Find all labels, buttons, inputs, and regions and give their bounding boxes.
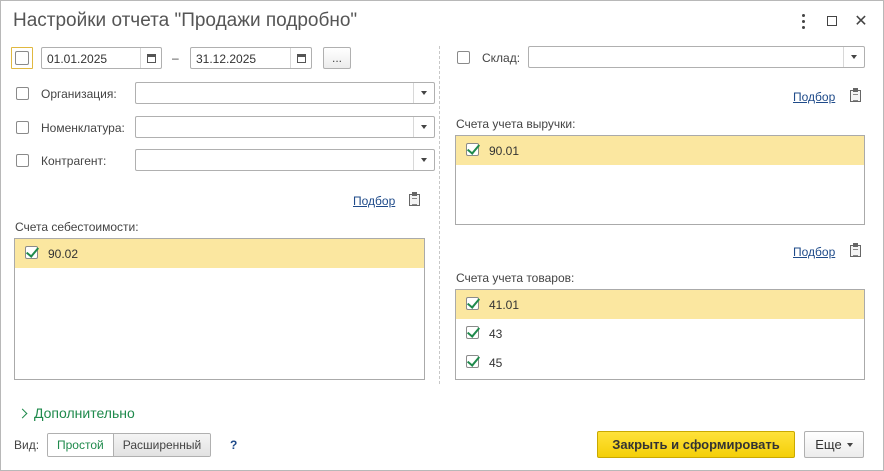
goods-accounts-list: 41.01 43 45 [455,289,865,380]
organization-field[interactable] [135,82,435,104]
organization-checkbox[interactable] [16,87,29,100]
period-dash: – [172,51,179,65]
warehouse-label: Склад: [482,51,521,65]
more-button-label: Еще [815,437,842,452]
view-switch: Простой Расширенный [47,433,212,457]
view-simple-button[interactable]: Простой [48,434,114,456]
additional-section-toggle[interactable]: Дополнительно [17,405,135,421]
chevron-down-icon [846,442,853,447]
nomenclature-checkbox[interactable] [16,121,29,134]
close-and-generate-button[interactable]: Закрыть и сформировать [597,431,795,458]
close-icon[interactable]: ✕ [853,11,869,31]
report-settings-window: Настройки отчета "Продажи подробно" ✕ 01… [0,0,884,471]
account-code: 43 [489,327,503,341]
view-label: Вид: [14,438,40,452]
chevron-right-icon [17,408,28,419]
revenue-accounts-list: 90.01 [455,135,865,225]
counterparty-label: Контрагент: [41,154,107,168]
cost-accounts-pick-link[interactable]: Подбор [353,194,395,208]
calendar-icon[interactable] [290,48,311,68]
view-extended-button[interactable]: Расширенный [113,434,211,456]
warehouse-field[interactable] [528,46,865,68]
dropdown-icon[interactable] [413,150,434,170]
dropdown-icon[interactable] [413,117,434,137]
check-icon[interactable] [466,355,479,368]
additional-section-label: Дополнительно [34,405,135,421]
list-item[interactable]: 45 [456,348,864,377]
more-actions-icon[interactable] [795,11,811,31]
counterparty-checkbox[interactable] [16,154,29,167]
account-code: 90.02 [48,247,79,261]
revenue-accounts-pick-link[interactable]: Подбор [793,90,835,104]
cost-accounts-list: 90.02 [14,238,425,380]
clipboard-icon[interactable] [409,192,420,206]
calendar-icon[interactable] [140,48,161,68]
goods-accounts-pick-link[interactable]: Подбор [793,245,835,259]
organization-label: Организация: [41,87,117,101]
check-icon[interactable] [25,246,38,259]
period-from-field[interactable]: 01.01.2025 [41,47,162,69]
counterparty-field[interactable] [135,149,435,171]
dropdown-icon[interactable] [843,47,864,67]
list-item[interactable]: 90.02 [15,239,424,268]
clipboard-icon[interactable] [850,243,861,257]
column-divider [439,46,440,384]
warehouse-checkbox[interactable] [457,51,470,64]
list-item[interactable]: 41.01 [456,290,864,319]
goods-accounts-title: Счета учета товаров: [456,271,575,285]
nomenclature-label: Номенклатура: [41,121,125,135]
clipboard-icon[interactable] [850,88,861,102]
account-code: 90.01 [489,144,520,158]
check-icon[interactable] [466,297,479,310]
period-from-value: 01.01.2025 [47,52,108,66]
period-to-field[interactable]: 31.12.2025 [190,47,312,69]
account-code: 45 [489,356,503,370]
period-checkbox[interactable] [11,47,33,69]
period-to-value: 31.12.2025 [196,52,257,66]
check-icon[interactable] [466,143,479,156]
revenue-accounts-title: Счета учета выручки: [456,117,576,131]
account-code: 41.01 [489,298,520,312]
maximize-icon[interactable] [824,11,840,31]
more-button[interactable]: Еще [804,431,864,458]
period-select-button[interactable]: ... [323,47,351,69]
list-item[interactable]: 43 [456,319,864,348]
dropdown-icon[interactable] [413,83,434,103]
list-item[interactable]: 90.01 [456,136,864,165]
cost-accounts-title: Счета себестоимости: [15,220,139,234]
help-link[interactable]: ? [230,438,237,452]
check-icon[interactable] [466,326,479,339]
window-title: Настройки отчета "Продажи подробно" [13,10,358,31]
nomenclature-field[interactable] [135,116,435,138]
